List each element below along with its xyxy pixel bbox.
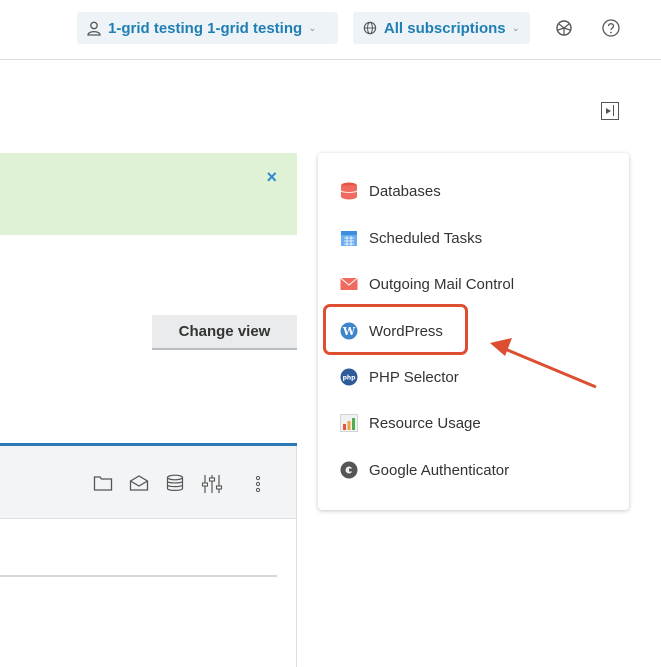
annotation-arrow-icon [490,338,597,389]
